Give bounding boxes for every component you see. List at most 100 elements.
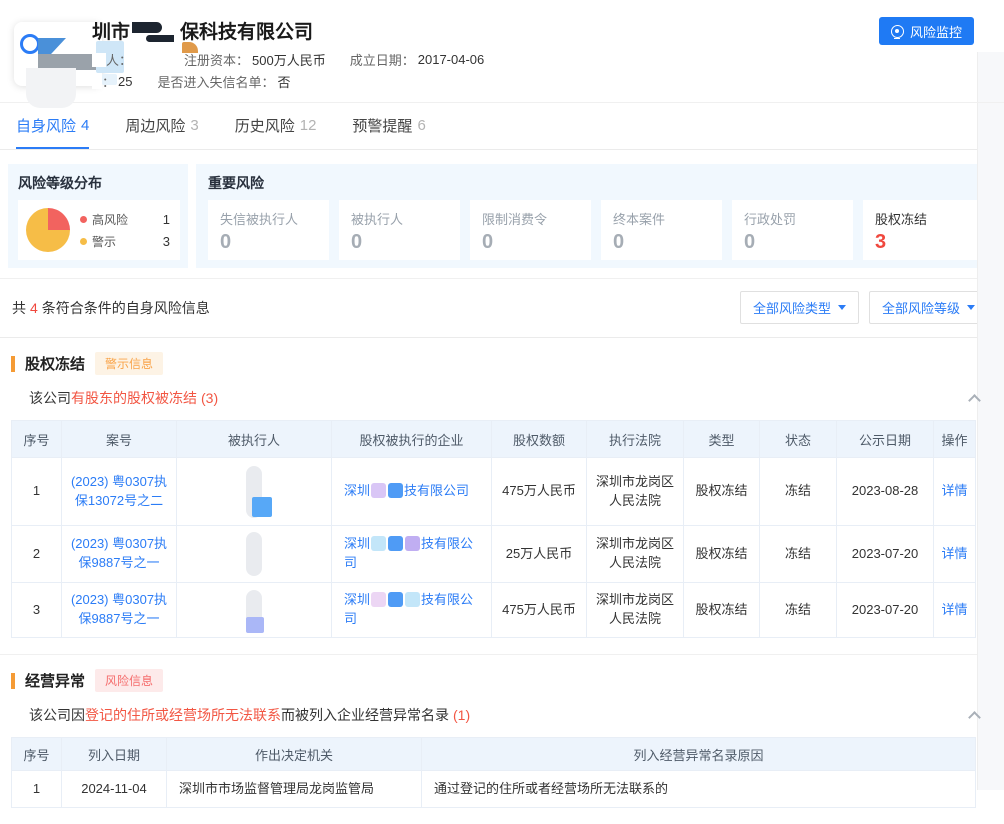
filter-bar: 共4条符合条件的自身风险信息 全部风险类型 全部风险等级 xyxy=(0,279,1004,338)
redaction-block xyxy=(405,592,420,607)
company-info-line1: 人： 注册资本： 500万人民币 成立日期： 2017-04-06 xyxy=(92,50,484,69)
establish-date-label: 成立日期： xyxy=(350,50,415,69)
risk-info-badge: 风险信息 xyxy=(95,669,163,692)
caret-down-icon xyxy=(838,305,846,310)
executee-redacted-cell xyxy=(177,458,332,526)
company-logo xyxy=(14,22,102,86)
page-right-gutter xyxy=(977,52,1004,790)
equity-freeze-count: (3) xyxy=(201,390,218,406)
abnormal-operation-table: 序号 列入日期 作出决定机关 列入经营异常名录原因 1 2024-11-04 深… xyxy=(11,737,976,808)
abnormal-operation-section: 经营异常 风险信息 该公司因登记的住所或经营场所无法联系而被列入企业经营异常名录… xyxy=(0,655,1004,824)
company-header: 圳市 保科技有限公司 人： 注册资本： 500万人民币 成立日期： 2017-0… xyxy=(0,0,1004,103)
monitor-camera-icon xyxy=(891,25,904,38)
redaction-block xyxy=(246,617,264,633)
logo-ring-icon xyxy=(20,34,40,54)
tab-history-risk[interactable]: 历史风险 12 xyxy=(235,103,317,149)
redaction-block xyxy=(92,75,102,89)
redaction-block xyxy=(252,497,272,517)
tab-count: 4 xyxy=(81,117,89,134)
redaction-block xyxy=(405,536,420,551)
redaction-block xyxy=(388,592,403,607)
table-row: 2 (2023) 粤0307执保9887号之一 深圳技有限公司 25万人民币 深… xyxy=(12,526,976,583)
abnormal-operation-desc: 该公司因登记的住所或经营场所无法联系而被列入企业经营异常名录(1) xyxy=(29,705,987,725)
dishonest-list-label: 是否进入失信名单： xyxy=(157,72,274,91)
distribution-title: 风险等级分布 xyxy=(18,173,180,193)
important-risk-cards: 失信被执行人 0 被执行人 0 限制消费令 0 终本案件 0 行政处罚 0 股权… xyxy=(208,200,984,260)
distribution-card: 高风险 1 警示 3 xyxy=(18,200,180,260)
section-accent-bar xyxy=(11,673,15,689)
equity-freeze-desc: 该公司有股东的股权被冻结(3) xyxy=(29,388,987,408)
risk-tabs: 自身风险 4 周边风险 3 历史风险 12 预警提醒 6 xyxy=(0,103,1004,150)
risk-level-distribution-panel: 风险等级分布 高风险 1 警示 3 xyxy=(8,164,188,268)
important-risks-panel: 重要风险 失信被执行人 0 被执行人 0 限制消费令 0 终本案件 0 行政处罚… xyxy=(196,164,996,268)
detail-link[interactable]: 详情 xyxy=(941,483,967,498)
company-name: 圳市 保科技有限公司 xyxy=(92,17,313,44)
card-equity-freeze[interactable]: 股权冻结 3 xyxy=(863,200,984,260)
card-dishonest-executee[interactable]: 失信被执行人 0 xyxy=(208,200,329,260)
table-row: 1 (2023) 粤0307执保13072号之二 深圳技有限公司 475万人民币… xyxy=(12,458,976,526)
redaction-block xyxy=(92,53,106,67)
dishonest-list-value: 否 xyxy=(278,72,291,91)
redaction-block xyxy=(388,483,403,498)
reg-capital-value: 500万人民币 xyxy=(252,50,326,69)
frozen-company-link[interactable]: 深圳技有限公司 xyxy=(344,592,473,626)
company-name-prefix: 圳市 xyxy=(92,17,130,44)
equity-freeze-table: 序号 案号 被执行人 股权被执行的企业 股权数额 执行法院 类型 状态 公示日期… xyxy=(11,420,976,638)
redaction-block xyxy=(371,592,386,607)
executee-redacted-cell xyxy=(177,526,332,583)
detail-link[interactable]: 详情 xyxy=(941,602,967,617)
equity-freeze-section: 股权冻结 警示信息 该公司有股东的股权被冻结(3) 序号 案号 被执行人 股权被… xyxy=(0,338,1004,655)
tab-warning-reminder[interactable]: 预警提醒 6 xyxy=(352,103,425,149)
tab-count: 3 xyxy=(190,117,198,134)
frozen-company-link[interactable]: 深圳技有限公司 xyxy=(344,536,473,570)
risk-monitor-label: 风险监控 xyxy=(910,22,962,41)
reg-capital-label: 注册资本： xyxy=(184,50,249,69)
establish-date-value: 2017-04-06 xyxy=(418,52,485,67)
table-header-row: 序号 列入日期 作出决定机关 列入经营异常名录原因 xyxy=(12,738,976,771)
equity-freeze-title: 股权冻结 xyxy=(25,353,85,374)
table-header-row: 序号 案号 被执行人 股权被执行的企业 股权数额 执行法院 类型 状态 公示日期… xyxy=(12,421,976,458)
high-risk-dot-icon xyxy=(80,216,87,223)
card-terminated-case[interactable]: 终本案件 0 xyxy=(601,200,722,260)
card-consumption-restriction[interactable]: 限制消费令 0 xyxy=(470,200,591,260)
redaction-block xyxy=(388,536,403,551)
company-name-redaction xyxy=(132,20,178,42)
redaction-block xyxy=(371,483,386,498)
pie-legend: 高风险 1 警示 3 xyxy=(80,208,170,252)
case-number-link[interactable]: (2023) 粤0307执保9887号之一 xyxy=(71,536,167,570)
case-number-link[interactable]: (2023) 粤0307执保13072号之二 xyxy=(71,474,167,508)
card-admin-penalty[interactable]: 行政处罚 0 xyxy=(732,200,853,260)
legend-item-warn: 警示 3 xyxy=(80,230,170,252)
abnormal-desc-link[interactable]: 登记的住所或经营场所无法联系 xyxy=(85,705,281,725)
detail-link[interactable]: 详情 xyxy=(941,546,967,561)
card-executee[interactable]: 被执行人 0 xyxy=(339,200,460,260)
tab-count: 12 xyxy=(300,117,317,134)
warn-info-badge: 警示信息 xyxy=(95,352,163,375)
equity-freeze-desc-link[interactable]: 有股东的股权被冻结 xyxy=(71,388,197,408)
tab-self-risk[interactable]: 自身风险 4 xyxy=(16,103,89,149)
risk-monitor-button[interactable]: 风险监控 xyxy=(879,17,974,45)
caret-down-icon xyxy=(967,305,975,310)
risk-pie-chart xyxy=(26,208,70,252)
risk-overview: 风险等级分布 高风险 1 警示 3 重要风险 失信被执行人 0 xyxy=(0,150,1004,279)
table-row: 3 (2023) 粤0307执保9887号之一 深圳技有限公司 475万人民币 … xyxy=(12,583,976,638)
risk-type-filter-dropdown[interactable]: 全部风险类型 xyxy=(740,291,859,324)
legal-rep-label: 人： xyxy=(106,50,132,69)
important-risks-title: 重要风险 xyxy=(208,173,984,193)
result-summary: 共4条符合条件的自身风险信息 xyxy=(12,298,210,318)
table-row: 1 2024-11-04 深圳市市场监督管理局龙岗监管局 通过登记的住所或者经营… xyxy=(12,771,976,808)
insured-value: 25 xyxy=(118,74,132,89)
case-number-link[interactable]: (2023) 粤0307执保9887号之一 xyxy=(71,592,167,626)
frozen-company-link[interactable]: 深圳技有限公司 xyxy=(344,483,469,498)
redaction-block xyxy=(371,536,386,551)
redaction-block xyxy=(246,532,262,576)
risk-level-filter-dropdown[interactable]: 全部风险等级 xyxy=(869,291,988,324)
insured-label: ： xyxy=(102,72,115,91)
abnormal-count: (1) xyxy=(453,707,470,723)
legend-item-high: 高风险 1 xyxy=(80,208,170,230)
warn-dot-icon xyxy=(80,238,87,245)
result-count: 4 xyxy=(30,300,38,316)
tab-surrounding-risk[interactable]: 周边风险 3 xyxy=(125,103,198,149)
company-info-line2: ： 25 是否进入失信名单： 否 xyxy=(92,72,291,91)
executee-redacted-cell xyxy=(177,583,332,638)
